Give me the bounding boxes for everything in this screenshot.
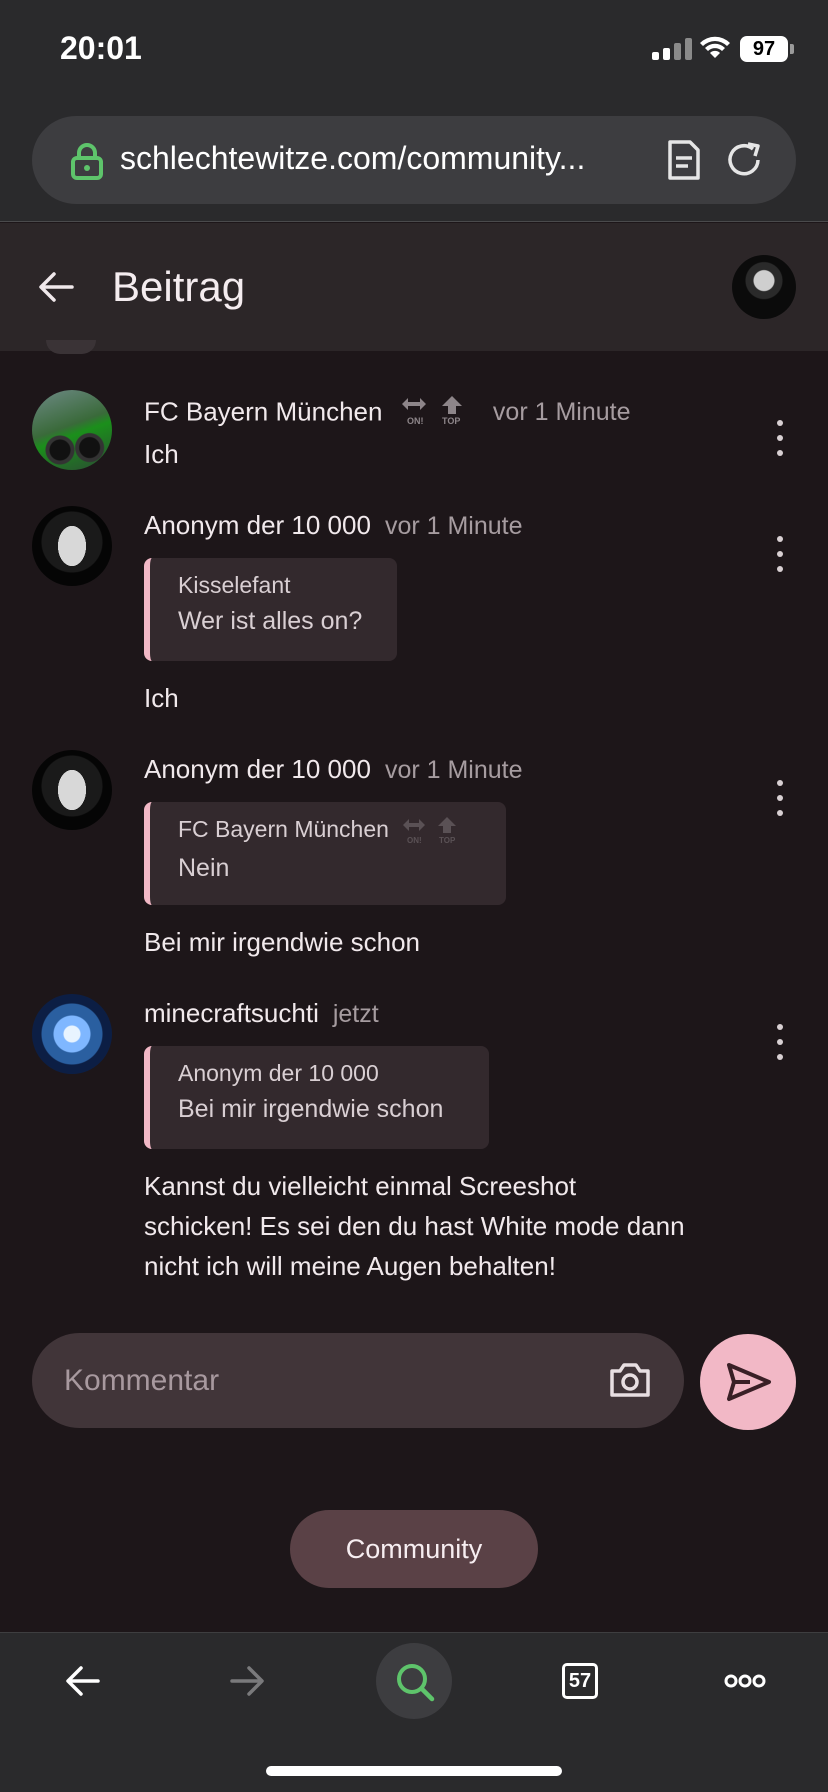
avatar[interactable] bbox=[32, 506, 112, 586]
comment-text-line: nicht ich will meine Augen behalten! bbox=[144, 1251, 556, 1281]
address-field[interactable]: schlechtewitze.com/community... bbox=[32, 116, 796, 204]
comment-input[interactable] bbox=[64, 1333, 584, 1428]
quote-text: Nein bbox=[178, 854, 230, 882]
quoted-comment[interactable]: Anonym der 10 000 Bei mir irgendwie scho… bbox=[144, 1046, 489, 1149]
comment-author-line: minecraftsuchti jetzt bbox=[144, 998, 379, 1029]
back-arrow-icon[interactable] bbox=[36, 267, 76, 307]
comment-author[interactable]: Anonym der 10 000 bbox=[144, 754, 371, 784]
quote-author: FC Bayern München bbox=[178, 816, 389, 843]
comment-text: Kannst du vielleicht einmal Screeshot sc… bbox=[144, 1166, 685, 1286]
browser-url-bar: schlechtewitze.com/community... bbox=[0, 100, 828, 222]
comment-time: jetzt bbox=[332, 1000, 379, 1028]
quote-text: Bei mir irgendwie schon bbox=[178, 1095, 444, 1123]
url-text: schlechtewitze.com/community... bbox=[120, 140, 586, 176]
home-indicator bbox=[266, 1766, 562, 1776]
badge-icon: ON! TOP bbox=[403, 817, 457, 845]
comment-text: Bei mir irgendwie schon bbox=[144, 927, 421, 957]
more-options-icon[interactable] bbox=[772, 1024, 788, 1060]
comment-author-line: FC Bayern München ON! TOP vor 1 Minute bbox=[144, 394, 630, 433]
send-icon bbox=[727, 1363, 771, 1401]
user-badges: ON! TOP bbox=[398, 394, 472, 433]
comment-composer bbox=[32, 1333, 684, 1428]
badge-on: ON! bbox=[407, 416, 424, 426]
battery-indicator: 97 bbox=[740, 36, 794, 62]
wifi-icon bbox=[700, 36, 730, 58]
search-button[interactable] bbox=[376, 1643, 452, 1719]
app-header: Beitrag bbox=[0, 223, 828, 351]
community-button[interactable]: Community bbox=[290, 1510, 538, 1588]
comment-author[interactable]: Anonym der 10 000 bbox=[144, 510, 371, 540]
badge-top: TOP bbox=[442, 416, 460, 426]
more-options-icon[interactable] bbox=[772, 780, 788, 816]
comment-time: vor 1 Minute bbox=[384, 756, 523, 784]
send-button[interactable] bbox=[700, 1334, 796, 1430]
comment-author[interactable]: FC Bayern München bbox=[144, 396, 382, 426]
more-options-icon[interactable] bbox=[772, 420, 788, 456]
forward-icon[interactable] bbox=[228, 1663, 266, 1699]
comment-author-line: Anonym der 10 000 vor 1 Minute bbox=[144, 510, 523, 541]
avatar[interactable] bbox=[32, 750, 112, 830]
comment-time: vor 1 Minute bbox=[492, 398, 631, 427]
quoted-comment[interactable]: FC Bayern München ON! TOP Nein bbox=[144, 802, 506, 905]
quote-author: Kisselefant bbox=[178, 572, 291, 598]
avatar[interactable] bbox=[32, 994, 112, 1074]
avatar[interactable] bbox=[32, 390, 112, 470]
badge-icon: ON! TOP bbox=[401, 396, 462, 426]
comment-author-line: Anonym der 10 000 vor 1 Minute bbox=[144, 754, 523, 785]
cellular-signal-icon bbox=[652, 36, 692, 60]
comment-text: Ich bbox=[144, 439, 179, 469]
reload-icon[interactable] bbox=[722, 138, 766, 182]
status-time: 20:01 bbox=[60, 30, 142, 66]
search-icon bbox=[397, 1664, 435, 1702]
comment-text-line: Kannst du vielleicht einmal Screeshot bbox=[144, 1171, 577, 1201]
user-avatar[interactable] bbox=[732, 255, 796, 319]
avatar bbox=[46, 340, 96, 354]
status-bar: 20:01 97 bbox=[0, 0, 828, 100]
comment-text-line: schicken! Es sei den du hast White mode … bbox=[144, 1211, 685, 1241]
page-title: Beitrag bbox=[112, 263, 246, 310]
lock-icon bbox=[71, 143, 103, 180]
badge-top: TOP bbox=[439, 836, 456, 845]
quote-author-line: FC Bayern München ON! TOP bbox=[178, 816, 480, 846]
comment-text: Ich bbox=[144, 683, 179, 713]
quoted-comment[interactable]: Kisselefant Wer ist alles on? bbox=[144, 558, 397, 661]
comment-time: vor 1 Minute bbox=[384, 512, 523, 540]
quote-author: Anonym der 10 000 bbox=[178, 1060, 379, 1086]
tabs-button[interactable]: 57 bbox=[562, 1663, 598, 1699]
comment-author[interactable]: minecraftsuchti bbox=[144, 998, 319, 1028]
more-menu-icon[interactable] bbox=[724, 1673, 766, 1689]
badge-on: ON! bbox=[407, 836, 422, 845]
quote-text: Wer ist alles on? bbox=[178, 607, 363, 635]
back-icon[interactable] bbox=[64, 1663, 102, 1699]
more-options-icon[interactable] bbox=[772, 536, 788, 572]
camera-icon[interactable] bbox=[608, 1359, 652, 1399]
reader-mode-icon[interactable] bbox=[664, 138, 704, 182]
